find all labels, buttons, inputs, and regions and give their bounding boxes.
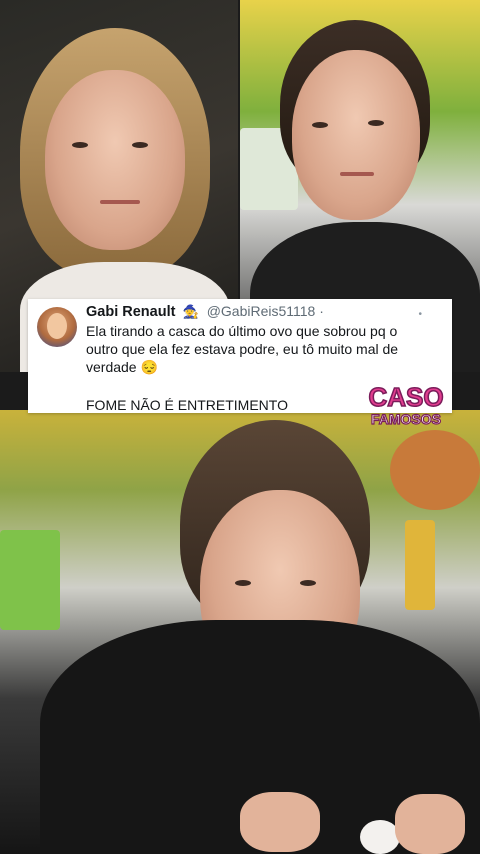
user-avatar (37, 307, 77, 347)
logo-top-word: CASO (368, 382, 443, 412)
tweet-line: Ela tirando a casca do último ovo que so… (86, 323, 398, 339)
user-handle: @GabiReis51118 · (206, 303, 324, 319)
witch-hat-icon: 🧙 (182, 304, 199, 319)
logo-bottom-word: FAMOSOS (371, 411, 441, 427)
tweet-line: outro que ela fez estava podre, eu tô mu… (86, 341, 399, 357)
photo-panel-bottom (0, 410, 480, 854)
caso-famosos-logo: CASO FAMOSOS (368, 381, 445, 427)
more-dot-icon: • (418, 309, 422, 320)
display-name: Gabi Renault (86, 304, 176, 320)
video-frame: Gabi Renault 🧙 @GabiReis51118 · • Ela ti… (0, 0, 480, 854)
tweet-line: verdade 😔 (86, 359, 158, 375)
tweet-header: Gabi Renault 🧙 @GabiReis51118 · (86, 303, 324, 320)
